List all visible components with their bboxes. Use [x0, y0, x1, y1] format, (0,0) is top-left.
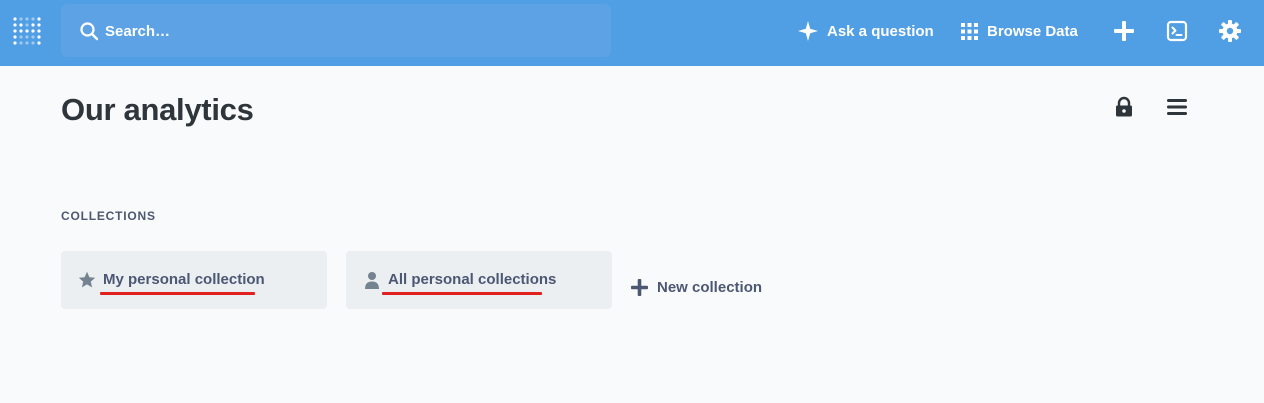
- all-personal-collections-card[interactable]: All personal collections: [346, 251, 612, 309]
- collections-section-label: COLLECTIONS: [61, 209, 156, 223]
- sparkle-icon: [798, 21, 818, 41]
- new-button[interactable]: [1111, 18, 1137, 44]
- grid-icon: [961, 22, 978, 40]
- search-icon: [80, 22, 99, 41]
- gear-icon: [1219, 20, 1241, 42]
- settings-button[interactable]: [1217, 18, 1243, 44]
- my-personal-collection-card[interactable]: My personal collection: [61, 251, 327, 309]
- page-title: Our analytics: [61, 92, 254, 127]
- browse-data-label: Browse Data: [987, 22, 1078, 40]
- all-personal-collections-label: All personal collections: [388, 271, 557, 288]
- hamburger-menu-icon: [1167, 99, 1187, 115]
- search-bar[interactable]: [61, 4, 611, 57]
- person-icon: [365, 272, 379, 289]
- plus-icon: [1114, 21, 1134, 41]
- permissions-lock-button[interactable]: [1113, 96, 1135, 118]
- browse-data-button[interactable]: Browse Data: [961, 16, 1078, 46]
- lock-icon: [1116, 96, 1132, 117]
- collection-menu-button[interactable]: [1165, 96, 1189, 118]
- terminal-icon: [1166, 20, 1188, 42]
- ask-question-button[interactable]: Ask a question: [798, 16, 934, 46]
- plus-icon: [631, 278, 648, 296]
- ask-question-label: Ask a question: [827, 22, 934, 40]
- metabase-logo-icon[interactable]: [12, 16, 42, 46]
- star-icon: [78, 271, 96, 288]
- search-input[interactable]: [105, 18, 585, 44]
- my-personal-collection-label: My personal collection: [103, 271, 265, 288]
- top-nav-bar: Ask a question Browse Data: [0, 0, 1264, 66]
- new-collection-label: New collection: [657, 278, 763, 296]
- annotation-underline: [100, 292, 255, 295]
- sql-editor-button[interactable]: [1164, 18, 1190, 44]
- new-collection-button[interactable]: New collection: [630, 277, 762, 297]
- annotation-underline: [382, 292, 542, 295]
